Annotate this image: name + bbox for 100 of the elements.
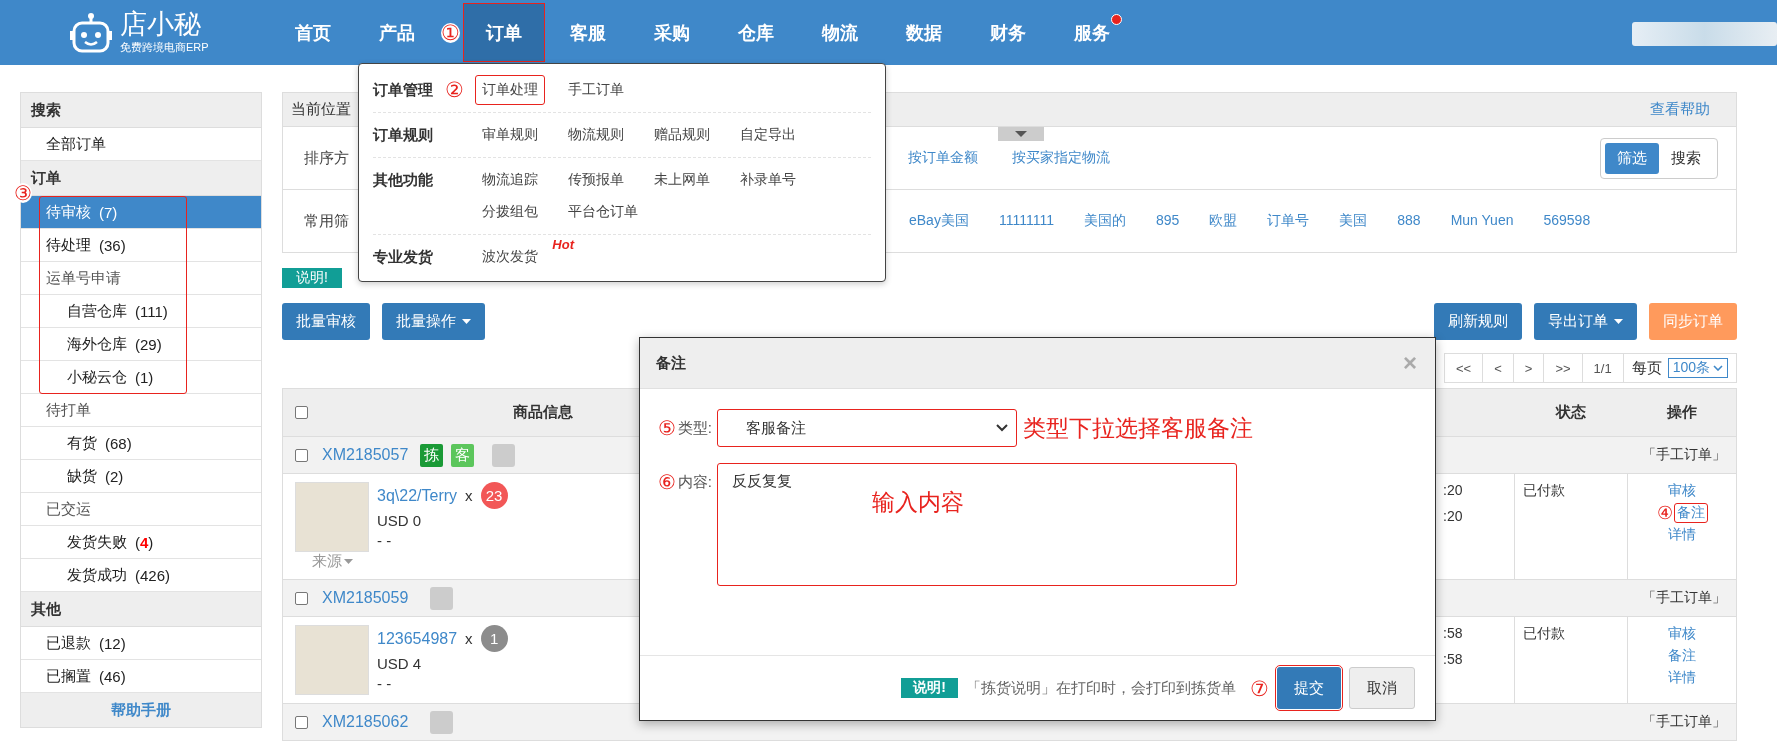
nav-tab[interactable]: 仓库 — [716, 4, 796, 61]
checkbox[interactable] — [295, 406, 308, 419]
menu-item[interactable]: 物流追踪 — [475, 165, 545, 195]
nav-tab[interactable]: 首页 — [273, 4, 353, 61]
dialog-button[interactable]: 提交 — [1277, 667, 1341, 709]
flag-placeholder-icon — [430, 586, 454, 610]
sidebar-item[interactable]: 待处理 (36) — [21, 229, 261, 262]
help-link[interactable]: 查看帮助 — [1650, 100, 1710, 119]
action-link[interactable]: 详情 — [1666, 669, 1698, 687]
nav-tab[interactable]: 物流 — [800, 4, 880, 61]
pagination-link[interactable]: < — [1483, 353, 1514, 383]
action-button[interactable]: 刷新规则 — [1434, 303, 1522, 340]
filter-link[interactable]: Mun Yuen — [1450, 212, 1514, 230]
action-button[interactable]: 导出订单 — [1534, 303, 1637, 340]
filter-link[interactable]: 美国 — [1339, 212, 1368, 230]
nav-tab[interactable]: 数据 — [884, 4, 964, 61]
menu-item[interactable]: 订单处理 — [475, 75, 545, 105]
filter-link[interactable]: 888 — [1397, 212, 1421, 230]
menu-item[interactable]: 审单规则 — [475, 120, 545, 150]
mode-tab[interactable]: 搜索 — [1659, 142, 1713, 174]
multiply-sign: x — [465, 630, 473, 647]
nav-tab[interactable]: 客服 — [548, 4, 628, 61]
status-text: 已付款 — [1523, 625, 1565, 641]
mode-tab[interactable]: 筛选 — [1605, 142, 1659, 174]
action-link[interactable]: 备注 — [1675, 504, 1707, 522]
per-page-label: 每页 — [1631, 358, 1662, 378]
action-link[interactable]: 审核 — [1666, 625, 1698, 643]
help-link[interactable]: 帮助手册 — [21, 693, 261, 728]
sort-option[interactable]: 按买家指定物流 — [1012, 149, 1110, 167]
checkbox[interactable] — [295, 591, 308, 605]
menu-group-title: 订单规则 — [373, 125, 434, 145]
collapse-toggle[interactable] — [998, 127, 1044, 141]
item-count: (12) — [99, 634, 126, 652]
sidebar-item[interactable]: 小秘云仓 (1) — [21, 361, 261, 394]
menu-item[interactable]: 物流规则 — [561, 120, 631, 150]
item-label: 小秘云仓 — [67, 367, 127, 387]
filter-link[interactable]: 订单号 — [1267, 212, 1310, 230]
annotation-note: 类型下拉选择客服备注 — [1023, 414, 1253, 443]
filter-link[interactable]: 美国的 — [1083, 212, 1126, 230]
order-number-link[interactable]: XM2185062 — [322, 713, 409, 731]
menu-group-title: 其他功能 — [373, 170, 434, 190]
sidebar-item[interactable]: 自营仓库 (111) — [21, 295, 261, 328]
nav-tab[interactable]: 财务 — [968, 4, 1048, 61]
menu-item[interactable]: 平台仓订单 — [561, 197, 645, 227]
time-text: :58 — [1443, 625, 1464, 641]
product-link[interactable]: 123654987 — [377, 629, 458, 648]
type-select[interactable]: 客服备注 — [717, 409, 1017, 447]
source-dropdown[interactable]: 来源 — [311, 552, 353, 571]
sidebar-item[interactable]: 发货失败 (4) — [21, 526, 261, 559]
sidebar-item[interactable]: 海外仓库 (29) — [21, 328, 261, 361]
item-label: 发货成功 — [67, 565, 127, 585]
filter-label: 常用筛 — [303, 211, 349, 231]
item-count: (111) — [135, 302, 168, 320]
action-button[interactable]: 批量操作 — [382, 303, 485, 340]
checkbox[interactable] — [295, 448, 308, 462]
filter-link[interactable]: eBay美国 — [909, 212, 969, 230]
nav-tab[interactable]: 采购 — [632, 4, 712, 61]
notice-badge: 说明! — [282, 268, 342, 288]
sidebar-item[interactable]: 缺货 (2) — [21, 460, 261, 493]
filter-link[interactable]: 895 — [1155, 212, 1180, 230]
action-link[interactable]: 备注 — [1666, 647, 1698, 665]
menu-item[interactable]: 手工订单 — [561, 75, 631, 105]
menu-item[interactable]: 分拨组包 — [475, 197, 545, 227]
menu-item[interactable]: 自定导出 — [733, 120, 803, 150]
pagination-link[interactable]: << — [1444, 353, 1484, 383]
sort-option[interactable]: 按订单金额 — [908, 149, 978, 167]
action-link[interactable]: 详情 — [1666, 526, 1698, 544]
sidebar-item[interactable]: 运单号申请 — [21, 262, 261, 295]
order-number-link[interactable]: XM2185059 — [322, 589, 409, 607]
annotation-number: ① — [441, 22, 460, 43]
nav-tab[interactable]: 订单 — [464, 4, 544, 61]
nav-tab[interactable]: 产品 — [357, 4, 437, 61]
sidebar-item[interactable]: 已交运 — [21, 493, 261, 526]
checkbox[interactable] — [295, 715, 308, 729]
dialog-button[interactable]: 取消 — [1349, 667, 1415, 709]
product-link[interactable]: 3q\22/Terry — [377, 486, 458, 505]
sidebar-item[interactable]: 已退款 (12) — [21, 627, 261, 660]
nav-tab[interactable]: 服务 — [1052, 4, 1132, 61]
sidebar-item[interactable]: 有货 (68) — [21, 427, 261, 460]
action-link[interactable]: 审核 — [1666, 482, 1698, 500]
filter-link[interactable]: 欧盟 — [1209, 212, 1238, 230]
per-page-select[interactable]: 100条 — [1667, 358, 1728, 378]
order-source-type: 「手工订单」 — [1642, 713, 1726, 731]
menu-item[interactable]: 传预报单 — [561, 165, 631, 195]
caret-down-icon — [1015, 131, 1027, 137]
pagination-link[interactable]: > — [1513, 353, 1545, 383]
pagination-link[interactable]: >> — [1544, 353, 1583, 383]
menu-item[interactable]: 未上网单 — [647, 165, 717, 195]
order-number-link[interactable]: XM2185057 — [322, 446, 409, 464]
item-label: 待处理 — [46, 235, 91, 255]
item-count: (2) — [105, 467, 124, 485]
filter-link[interactable]: 569598 — [1543, 212, 1591, 230]
caret-down-icon — [343, 559, 353, 564]
sidebar-item[interactable]: 待打单 — [21, 394, 261, 427]
filter-link[interactable]: 11111111 — [998, 212, 1054, 230]
pagination-link[interactable]: 1/1 — [1582, 353, 1624, 383]
menu-item[interactable]: 赠品规则 — [647, 120, 717, 150]
menu-item[interactable]: 补录单号 — [733, 165, 803, 195]
dialog-title: 备注 — [656, 353, 686, 373]
action-button[interactable]: 批量审核 — [282, 303, 370, 340]
